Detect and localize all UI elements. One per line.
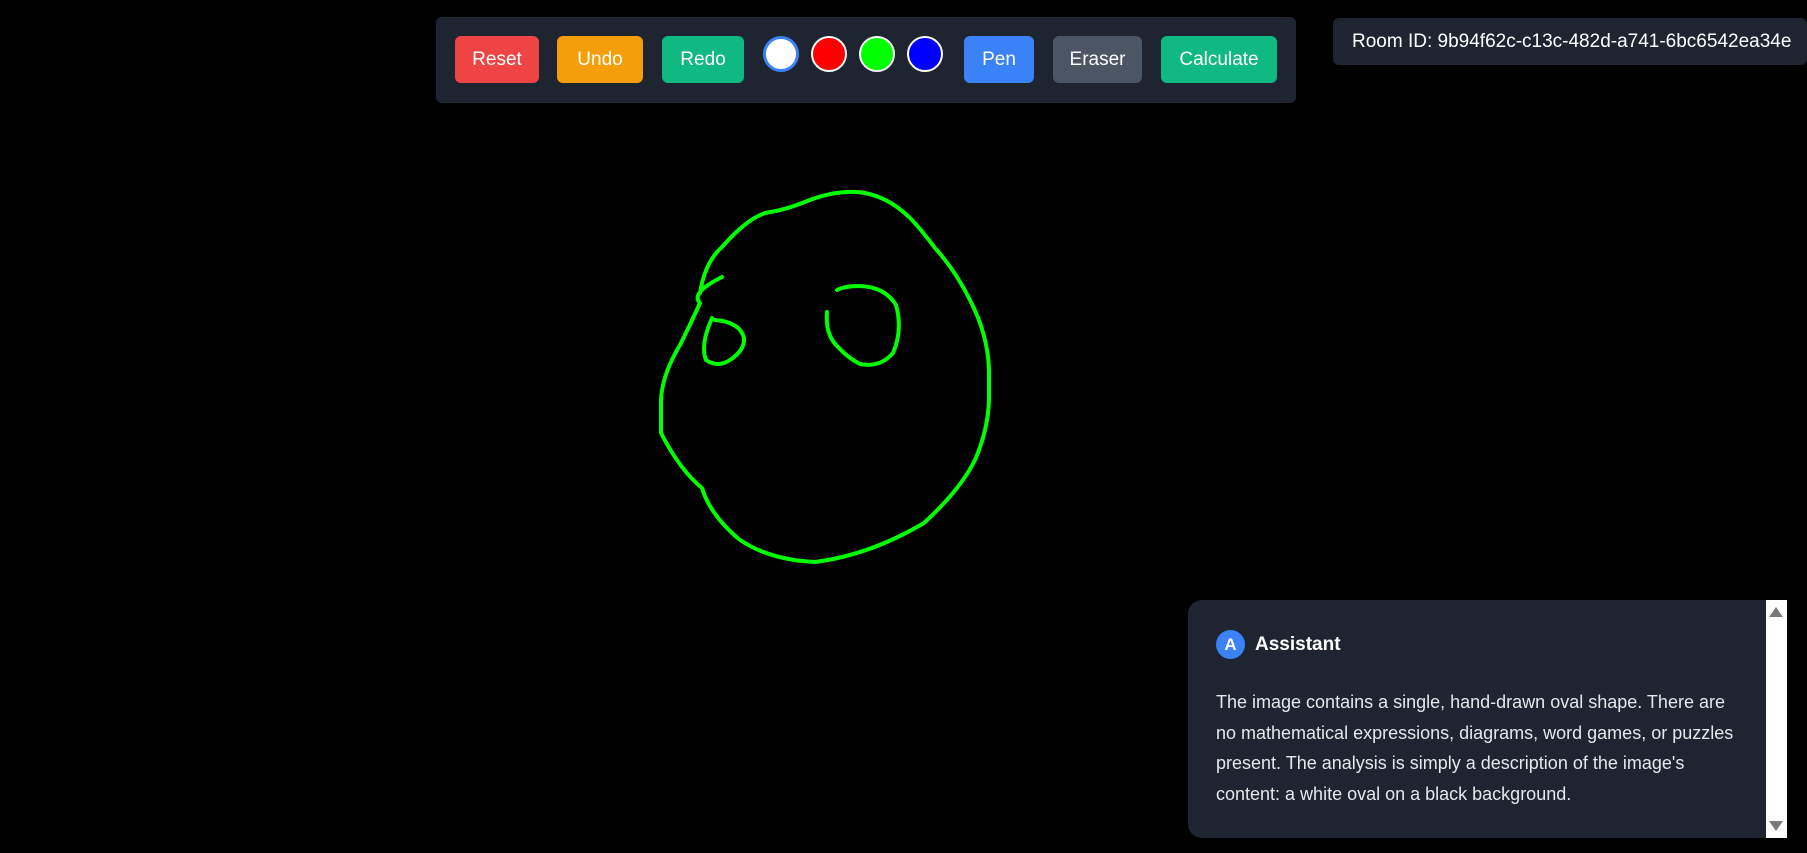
whiteboard-app: Reset Undo Redo Pen Eraser Calculate Roo…: [0, 0, 1807, 853]
assistant-panel: A Assistant The image contains a single,…: [1188, 600, 1787, 838]
color-swatch-white[interactable]: [763, 36, 799, 72]
assistant-scrollbar[interactable]: [1766, 600, 1787, 838]
assistant-message: The image contains a single, hand-drawn …: [1216, 692, 1734, 804]
color-swatch-blue[interactable]: [907, 36, 943, 72]
toolbar: Reset Undo Redo Pen Eraser Calculate: [436, 17, 1296, 103]
color-swatch-green[interactable]: [859, 36, 895, 72]
room-id-badge: Room ID: 9b94f62c-c13c-482d-a741-6bc6542…: [1333, 18, 1807, 65]
calculate-button[interactable]: Calculate: [1161, 36, 1277, 83]
assistant-avatar: A: [1216, 630, 1245, 659]
room-id-text: Room ID: 9b94f62c-c13c-482d-a741-6bc6542…: [1352, 30, 1792, 52]
undo-button[interactable]: Undo: [557, 36, 643, 83]
assistant-header: A Assistant: [1216, 630, 1341, 659]
pen-button[interactable]: Pen: [964, 36, 1034, 83]
scroll-up-arrow-icon[interactable]: [1769, 607, 1783, 617]
scroll-down-arrow-icon[interactable]: [1769, 821, 1783, 831]
right-eye-stroke: [824, 284, 901, 367]
reset-button[interactable]: Reset: [455, 36, 539, 83]
redo-button[interactable]: Redo: [662, 36, 744, 83]
color-swatch-red[interactable]: [811, 36, 847, 72]
face-outline-stroke: [659, 189, 991, 564]
eraser-button[interactable]: Eraser: [1053, 36, 1142, 83]
left-eye-stroke: [702, 316, 747, 366]
assistant-name: Assistant: [1255, 633, 1341, 655]
